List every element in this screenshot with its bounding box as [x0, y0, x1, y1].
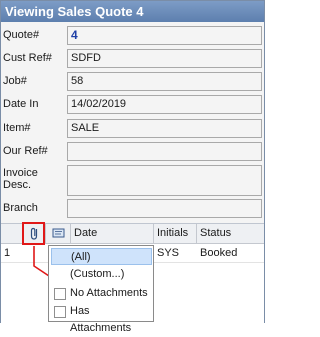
filter-option-custom[interactable]: (Custom...) — [51, 266, 152, 283]
invoice-desc-label: Invoice Desc. — [3, 167, 38, 191]
filter-option-all-label: (All) — [71, 251, 91, 263]
row-initials: SYS — [157, 247, 180, 259]
item-label: Item# — [3, 122, 31, 134]
our-ref-label: Our Ref# — [3, 145, 48, 157]
quote-number-field: 4 — [67, 26, 262, 45]
our-ref-row: Our Ref# — [1, 142, 264, 161]
branch-label: Branch — [3, 202, 38, 214]
cust-ref-row: Cust Ref# SDFD — [1, 49, 264, 68]
job-field[interactable]: 58 — [67, 72, 262, 91]
note-column-header[interactable] — [46, 224, 71, 243]
filter-option-no-attachments[interactable]: No Attachments — [51, 285, 152, 302]
attachment-highlight-box — [22, 222, 45, 245]
row-status: Booked — [200, 247, 238, 259]
invoice-desc-row: Invoice Desc. — [1, 165, 264, 197]
date-in-row: Date In 14/02/2019 — [1, 95, 264, 114]
note-icon — [52, 228, 65, 238]
cust-ref-label: Cust Ref# — [3, 52, 52, 64]
branch-field[interactable] — [67, 199, 262, 218]
no-attachments-checkbox[interactable] — [54, 288, 66, 300]
item-row: Item# SALE — [1, 119, 264, 138]
status-column-header[interactable]: Status — [197, 224, 264, 243]
item-field[interactable]: SALE — [67, 119, 262, 138]
filter-option-no-attachments-label: No Attachments — [70, 287, 148, 299]
window-title: Viewing Sales Quote 4 — [1, 1, 264, 22]
has-attachments-checkbox[interactable] — [54, 306, 66, 318]
filter-option-has-attachments[interactable]: Has Attachments — [51, 303, 152, 334]
quote-label: Quote# — [3, 29, 40, 41]
invoice-desc-label-line1: Invoice — [3, 167, 38, 179]
quote-row: Quote# 4 — [1, 26, 264, 45]
job-label: Job# — [3, 75, 27, 87]
filter-option-custom-label: (Custom...) — [70, 268, 125, 280]
filter-option-has-attachments-label: Has Attachments — [70, 305, 132, 334]
our-ref-field[interactable] — [67, 142, 262, 161]
date-in-label: Date In — [3, 98, 39, 110]
initials-column-header[interactable]: Initials — [154, 224, 197, 243]
filter-option-all[interactable]: (All) — [51, 248, 152, 265]
row-number: 1 — [4, 247, 11, 259]
branch-row: Branch — [1, 199, 264, 218]
date-column-header[interactable]: Date — [71, 224, 154, 243]
attachment-filter-dropdown: (All) (Custom...) No Attachments Has Att… — [48, 245, 154, 334]
date-in-field[interactable]: 14/02/2019 — [67, 95, 262, 114]
row-indicator-header — [1, 224, 23, 243]
invoice-desc-field[interactable] — [67, 165, 262, 196]
cust-ref-field[interactable]: SDFD — [67, 49, 262, 68]
job-row: Job# 58 — [1, 72, 264, 91]
invoice-desc-label-line2: Desc. — [3, 179, 32, 191]
